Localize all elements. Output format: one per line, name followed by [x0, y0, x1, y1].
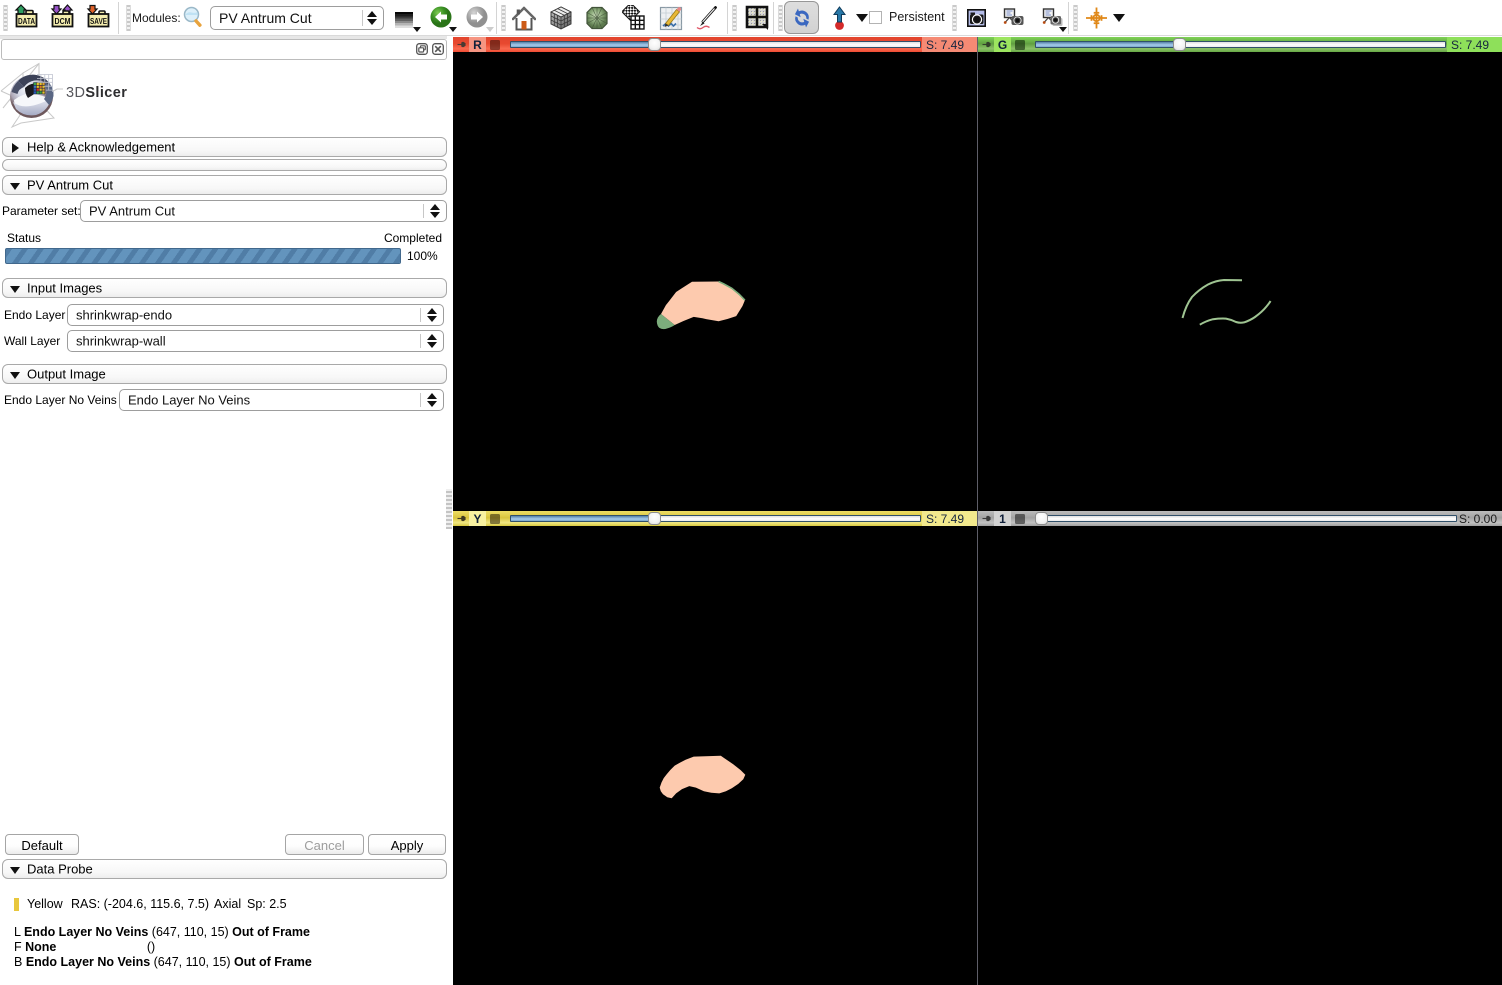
svg-text:SAVE: SAVE: [90, 17, 107, 26]
svg-text:DATA: DATA: [18, 17, 35, 26]
svg-text:DCM: DCM: [55, 17, 71, 26]
